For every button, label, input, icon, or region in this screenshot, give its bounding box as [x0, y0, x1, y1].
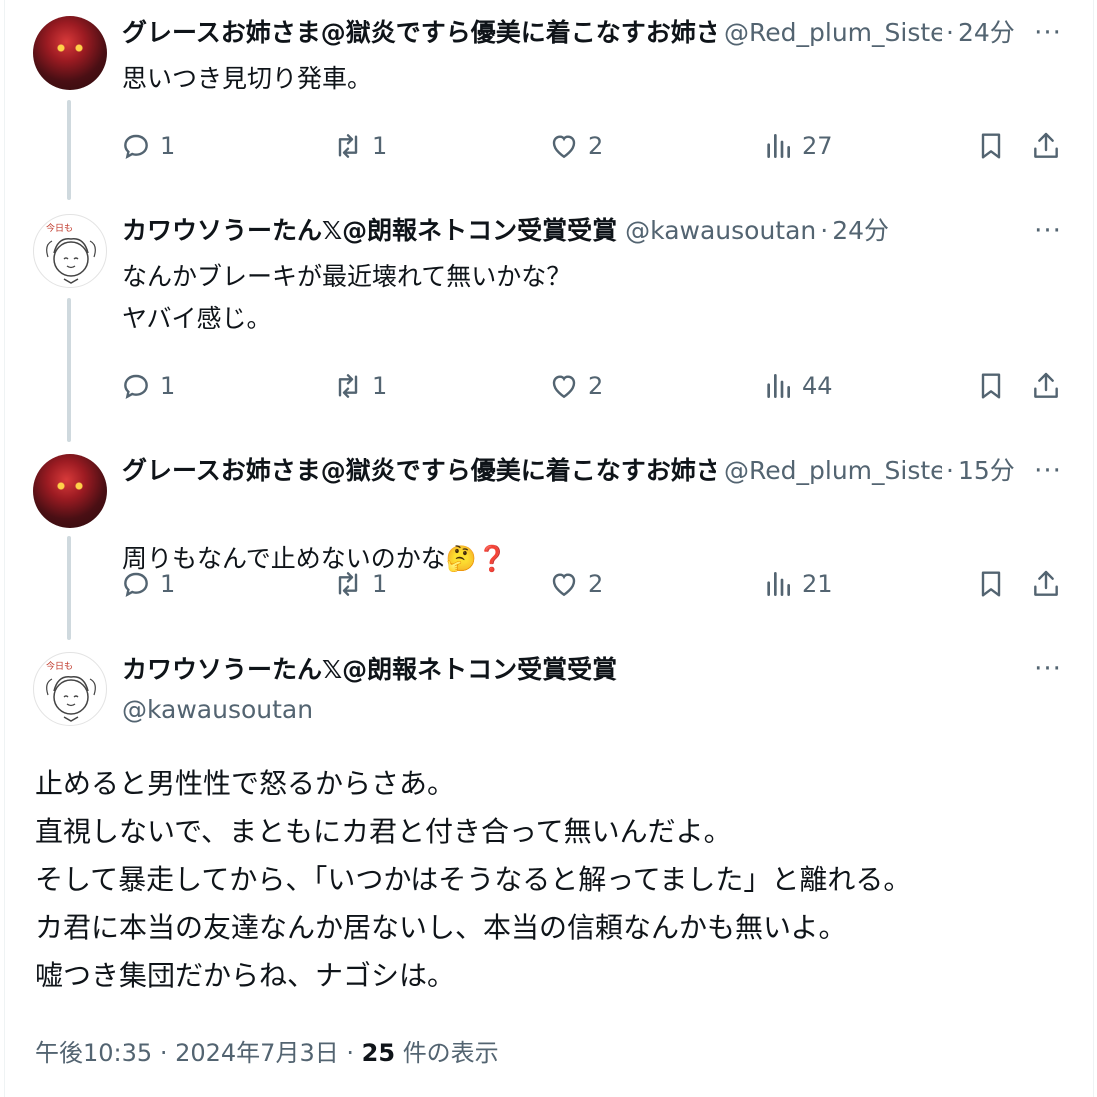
retweet-count: 1	[372, 570, 388, 598]
share-button[interactable]	[1030, 364, 1070, 408]
retweet-icon	[338, 374, 358, 398]
like-icon	[552, 573, 576, 597]
bookmark-icon	[981, 133, 1001, 159]
separator: ·	[946, 18, 954, 47]
retweet-button[interactable]: 1	[332, 364, 387, 408]
share-icon	[1034, 372, 1058, 398]
retweet-icon	[338, 134, 358, 158]
tweet-meta: 午後10:35 · 2024年7月3日 · 25 件の表示	[35, 1033, 499, 1068]
retweet-icon	[338, 572, 358, 596]
action-bar: 1 1 2 44	[120, 364, 1070, 408]
reply-icon	[124, 374, 148, 399]
views-count: 25	[361, 1039, 396, 1067]
views-count: 27	[802, 132, 833, 160]
bookmark-button[interactable]	[975, 124, 1015, 168]
like-button[interactable]: 2	[548, 124, 603, 168]
thread-line	[67, 298, 71, 442]
display-name[interactable]: カワウソうーたん𝕏@朗報ネトコン受賞受賞	[122, 652, 617, 688]
sketch-avatar-icon: 今日も	[46, 660, 96, 722]
handle[interactable]: @Red_plum_Sister	[724, 16, 942, 50]
more-icon[interactable]: ···	[1033, 18, 1063, 48]
like-icon	[552, 375, 576, 399]
separator: ·	[159, 1039, 168, 1067]
tweet-header: グレースお姉さま@獄炎ですら優美に着こなすお姉さま @Red_plum_Sist…	[122, 454, 1015, 488]
thread-line	[67, 100, 71, 200]
avatar[interactable]: 今日も	[33, 214, 107, 288]
bookmark-button[interactable]	[975, 364, 1015, 408]
more-icon[interactable]: ···	[1033, 654, 1063, 684]
handle[interactable]: @kawausoutan	[122, 692, 313, 728]
retweet-count: 1	[372, 372, 388, 400]
retweet-count: 1	[372, 132, 388, 160]
like-count: 2	[588, 570, 604, 598]
reply-icon	[124, 134, 148, 159]
avatar[interactable]	[33, 16, 107, 90]
tweet-text: なんかブレーキが最近壊れて無いかな？ ヤバイ感じ。	[122, 262, 572, 333]
bookmark-icon	[981, 373, 1001, 399]
separator: ·	[946, 456, 954, 485]
views-label: 件の表示	[402, 1039, 499, 1067]
more-icon[interactable]: ···	[1033, 456, 1063, 486]
handle[interactable]: @kawausoutan	[625, 214, 816, 248]
separator: ·	[346, 1039, 354, 1067]
views-icon	[767, 134, 790, 158]
views-button[interactable]: 44	[762, 364, 833, 408]
reply-count: 1	[160, 132, 176, 160]
reply-count: 1	[160, 570, 176, 598]
reply-count: 1	[160, 372, 176, 400]
tweet-text: 止めると男性性で怒るからさあ。 直視しないで、まともにカ君と付き合って無いんだよ…	[35, 767, 912, 992]
timestamp[interactable]: 24分	[958, 16, 1015, 50]
action-bar: 1 1 2 27	[120, 124, 1070, 168]
share-icon	[1034, 570, 1058, 596]
views-count: 21	[802, 570, 833, 598]
like-button[interactable]: 2	[548, 562, 603, 606]
avatar[interactable]	[33, 454, 107, 528]
action-bar: 1 1 2 21	[120, 562, 1070, 606]
timestamp[interactable]: 15分	[958, 454, 1015, 488]
handle[interactable]: @Red_plum_Sister	[724, 454, 942, 488]
share-icon	[1034, 132, 1058, 158]
avatar[interactable]: 今日も	[33, 652, 107, 726]
reply-button[interactable]: 1	[120, 124, 175, 168]
timestamp[interactable]: 午後10:35	[35, 1039, 152, 1067]
views-icon	[767, 374, 790, 398]
views-icon	[767, 572, 790, 596]
tweet-header: カワウソうーたん𝕏@朗報ネトコン受賞受賞 @kawausoutan · 24分	[122, 214, 889, 248]
retweet-button[interactable]: 1	[332, 124, 387, 168]
thread-line	[67, 536, 71, 640]
reply-button[interactable]: 1	[120, 562, 175, 606]
views-button[interactable]: 27	[762, 124, 833, 168]
share-button[interactable]	[1030, 124, 1070, 168]
svg-text:今日も: 今日も	[46, 222, 73, 234]
reply-icon	[124, 572, 148, 597]
views-button[interactable]: 21	[762, 562, 833, 606]
display-name[interactable]: カワウソうーたん𝕏@朗報ネトコン受賞受賞	[122, 214, 617, 248]
retweet-button[interactable]: 1	[332, 562, 387, 606]
like-button[interactable]: 2	[548, 364, 603, 408]
separator: ·	[820, 216, 829, 245]
like-icon	[552, 135, 576, 159]
bookmark-button[interactable]	[975, 562, 1015, 606]
timestamp[interactable]: 24分	[832, 214, 889, 248]
like-count: 2	[588, 132, 604, 160]
bookmark-icon	[981, 571, 1001, 597]
reply-button[interactable]: 1	[120, 364, 175, 408]
date[interactable]: 2024年7月3日	[175, 1039, 339, 1067]
share-button[interactable]	[1030, 562, 1070, 606]
svg-text:今日も: 今日も	[46, 660, 73, 672]
like-count: 2	[588, 372, 604, 400]
sketch-avatar-icon: 今日も	[46, 222, 96, 284]
more-icon[interactable]: ···	[1033, 216, 1063, 246]
views-count: 44	[802, 372, 833, 400]
tweet-header: グレースお姉さま@獄炎ですら優美に着こなすお姉さま @Red_plum_Sist…	[122, 16, 1015, 50]
display-name[interactable]: グレースお姉さま@獄炎ですら優美に着こなすお姉さま	[122, 16, 716, 50]
display-name[interactable]: グレースお姉さま@獄炎ですら優美に着こなすお姉さま	[122, 454, 716, 488]
tweet-text: 思いつき見切り発車。	[122, 64, 373, 93]
